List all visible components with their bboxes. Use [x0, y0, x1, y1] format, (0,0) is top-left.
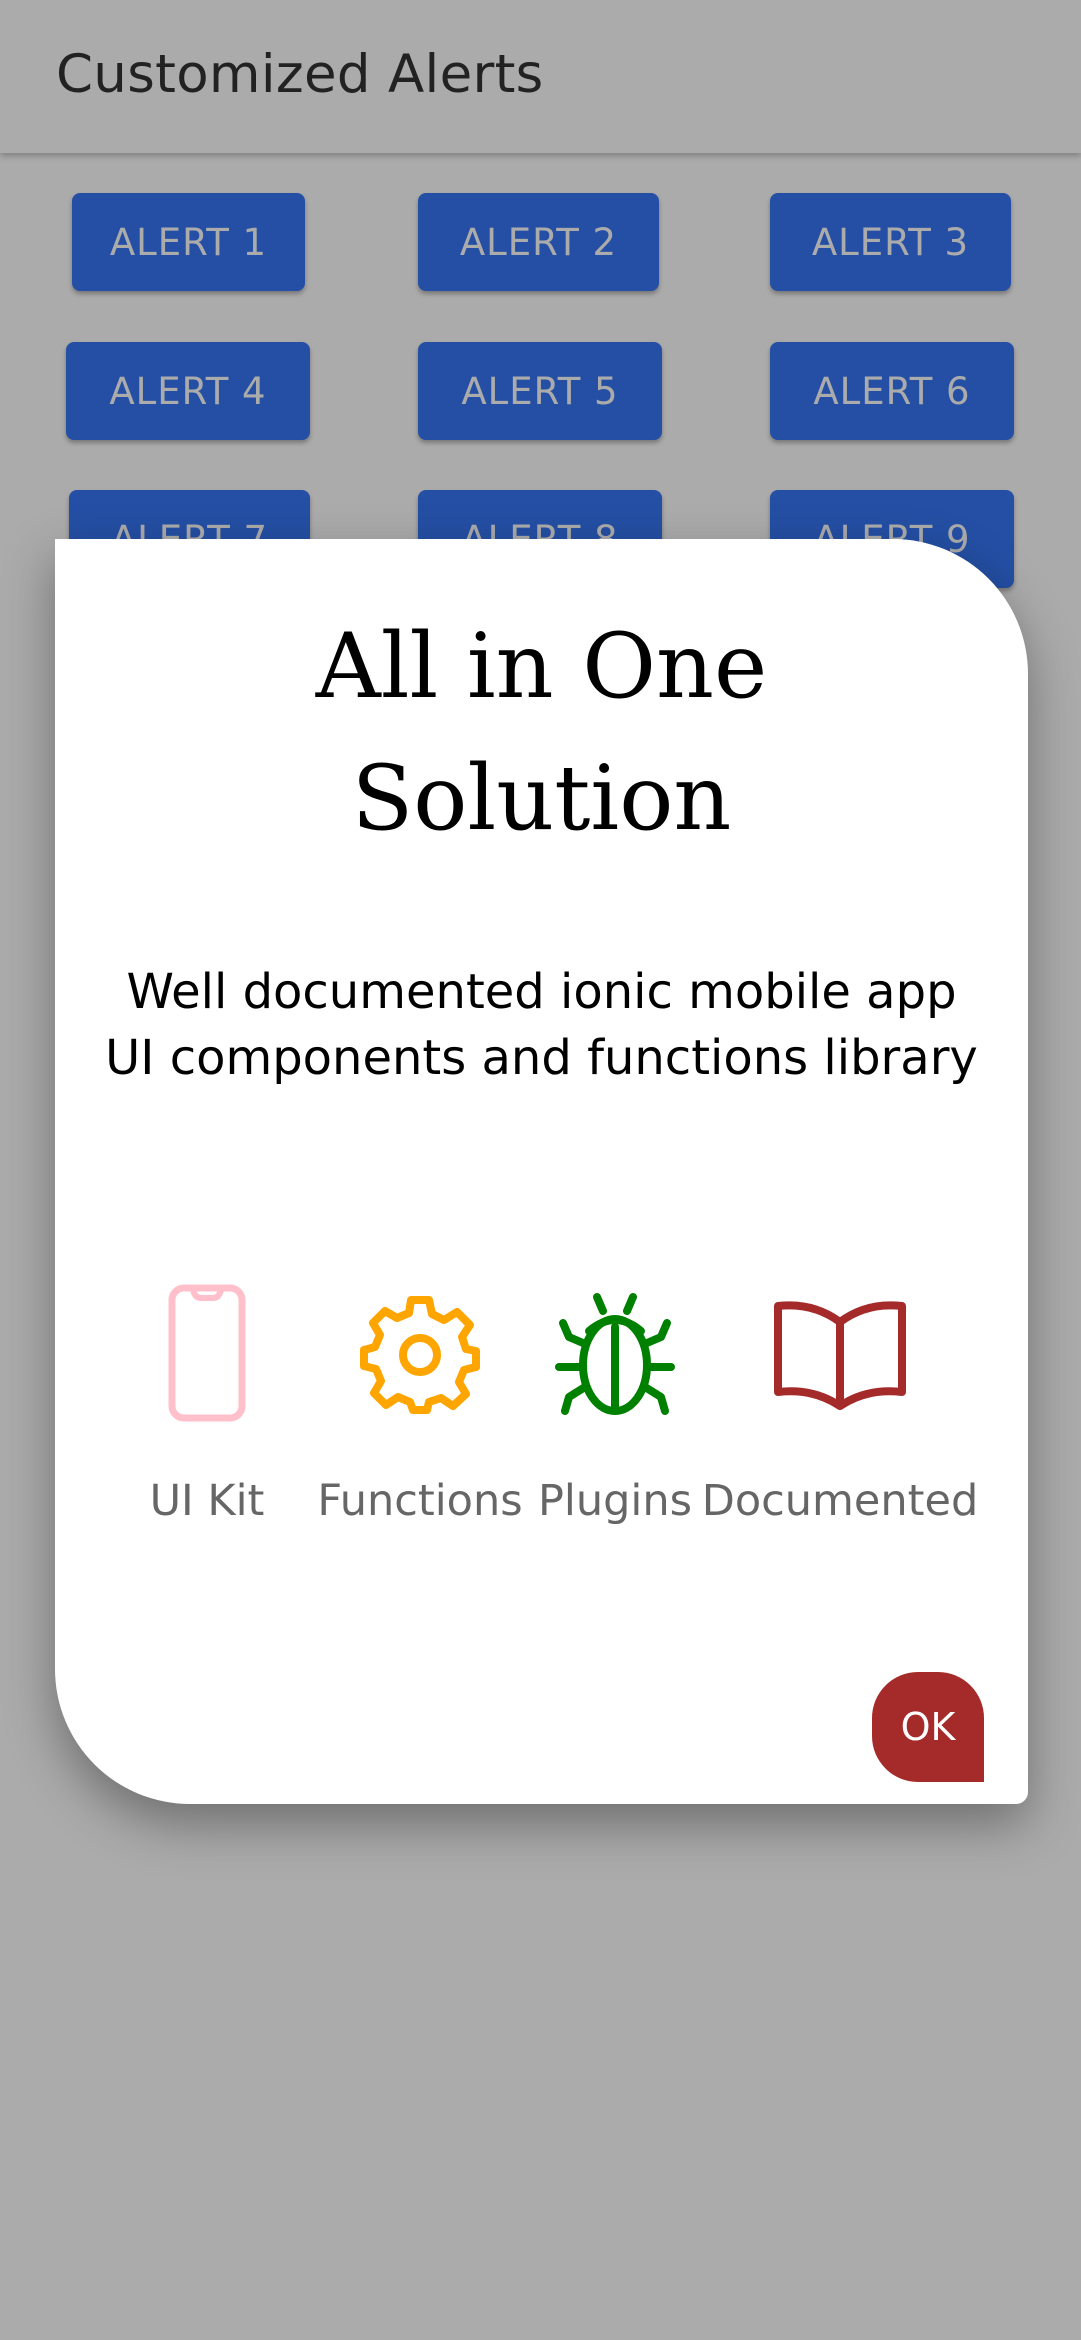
- bug-icon: [545, 1284, 685, 1424]
- dialog-message: Well documented ionic mobile app UI comp…: [105, 964, 978, 1086]
- dialog-title-line-2: Solution: [351, 746, 732, 851]
- gear-icon: [350, 1284, 490, 1424]
- dialog-title-line-1: All in One: [315, 614, 768, 719]
- feature-label: Plugins: [537, 1476, 693, 1526]
- feature-label: UI Kit: [149, 1476, 265, 1526]
- dialog-title: All in One Solution: [55, 601, 1028, 865]
- feature-label: Documented: [701, 1476, 979, 1526]
- phone-icon: [137, 1284, 277, 1424]
- book-icon: [770, 1284, 910, 1424]
- ok-button[interactable]: OK: [872, 1672, 984, 1782]
- feature-documented: Documented: [702, 1284, 978, 1526]
- alert-dialog: All in One Solution Well documented ioni…: [55, 539, 1028, 1804]
